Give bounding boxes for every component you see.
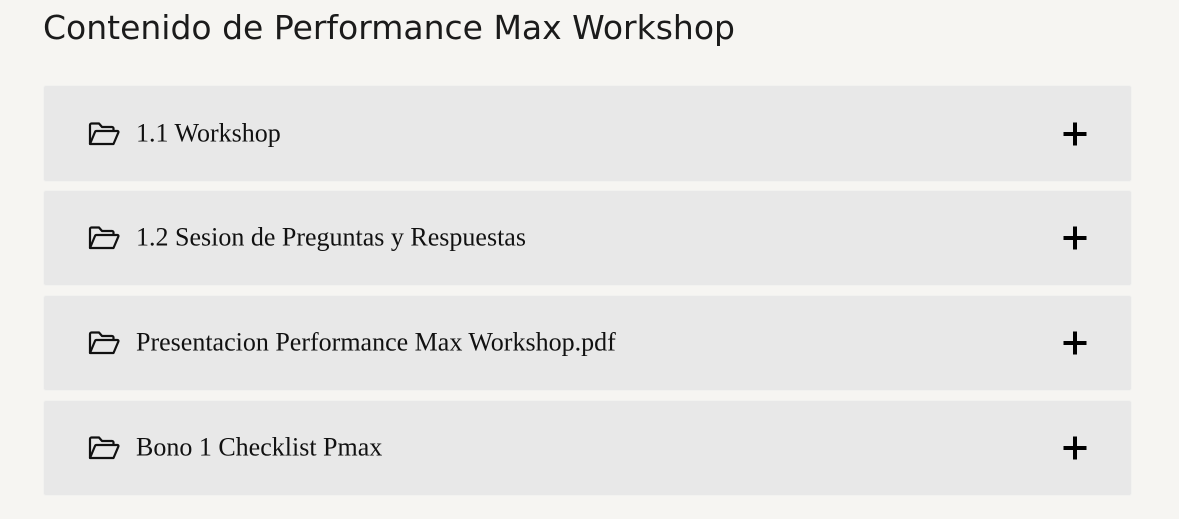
accordion-item-label: Presentacion Performance Max Workshop.pd…: [136, 327, 616, 357]
accordion-item-label: 1.2 Sesion de Preguntas y Respuestas: [136, 222, 526, 252]
content-accordion: 1.1 Workshop 1.2 Sesion de Preguntas y R…: [43, 85, 1132, 496]
plus-icon[interactable]: [1062, 330, 1088, 356]
folder-open-icon: [88, 331, 120, 355]
folder-open-icon: [88, 226, 120, 250]
accordion-item-presentacion-pdf[interactable]: Presentacion Performance Max Workshop.pd…: [43, 295, 1132, 391]
plus-icon[interactable]: [1062, 121, 1088, 147]
accordion-item-label: Bono 1 Checklist Pmax: [136, 432, 383, 462]
accordion-item-preguntas-respuestas[interactable]: 1.2 Sesion de Preguntas y Respuestas: [43, 190, 1132, 286]
folder-open-icon: [88, 121, 120, 146]
plus-icon[interactable]: [1062, 435, 1088, 461]
accordion-item-bono-checklist[interactable]: Bono 1 Checklist Pmax: [43, 400, 1132, 496]
folder-open-icon: [88, 436, 120, 460]
plus-icon[interactable]: [1062, 225, 1088, 251]
page-title: Contenido de Performance Max Workshop: [43, 8, 735, 47]
accordion-item-workshop[interactable]: 1.1 Workshop: [43, 85, 1132, 182]
accordion-item-label: 1.1 Workshop: [136, 117, 281, 147]
